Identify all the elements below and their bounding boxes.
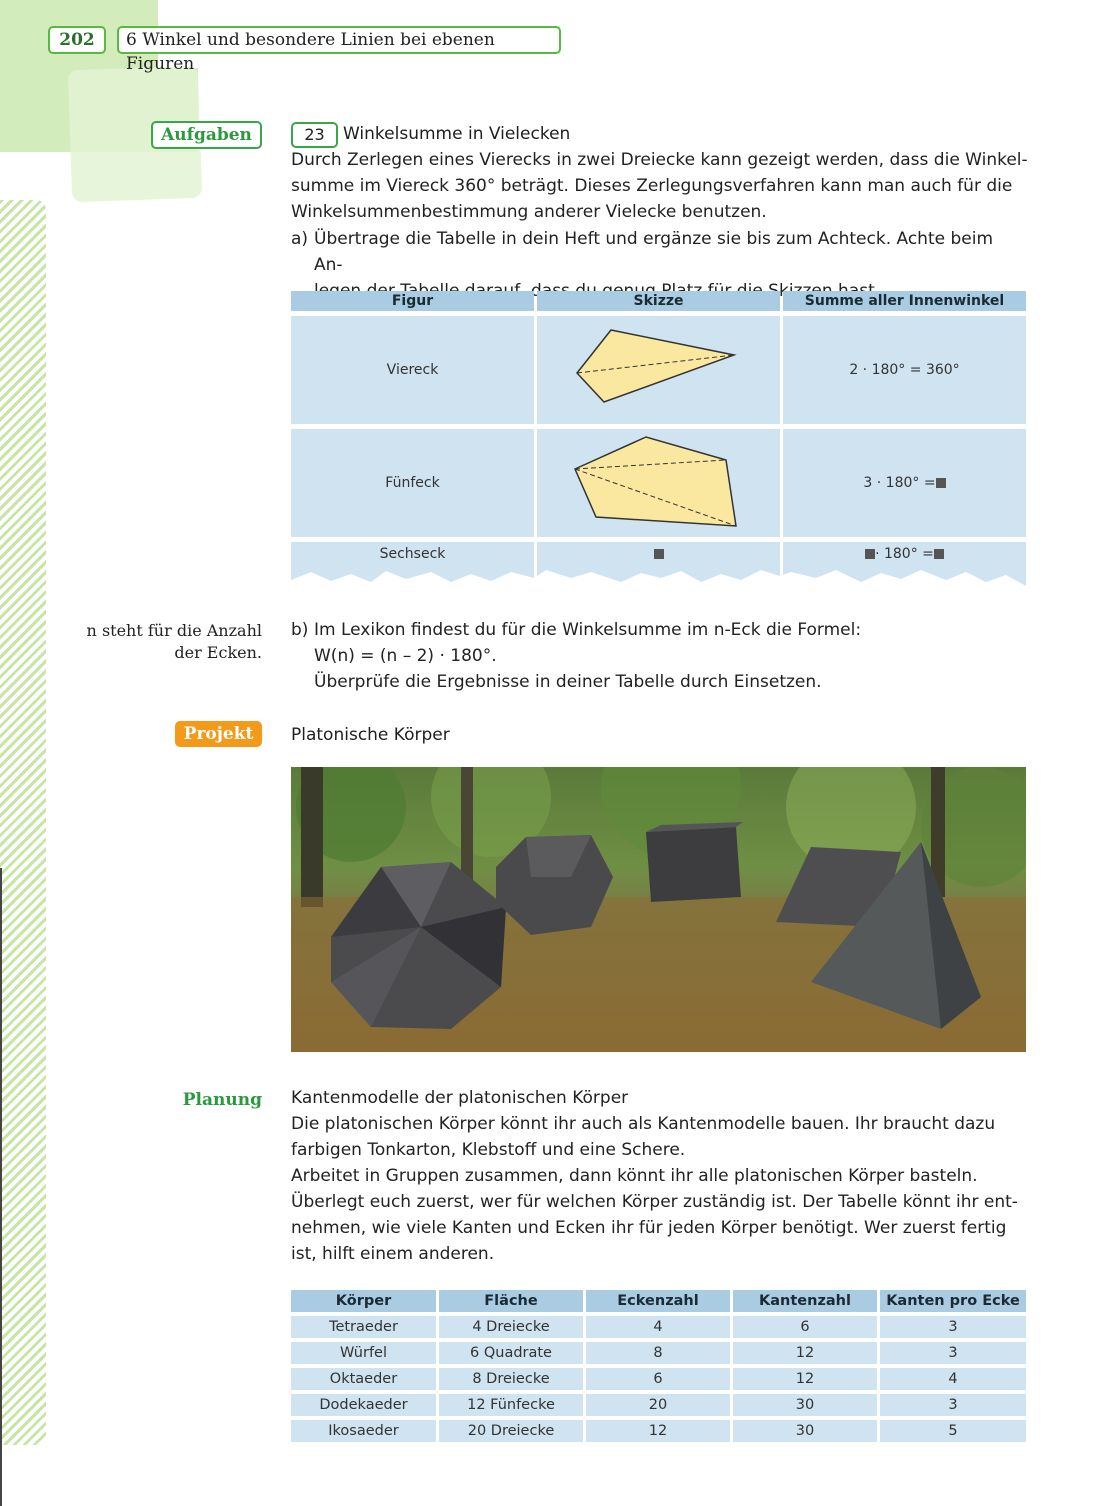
chapter-title: 6 Winkel und besondere Linien bei ebenen… [117,26,561,74]
part-b-line: Überprüfe die Ergebnisse in deiner Tabel… [314,672,822,692]
table-header-cell: Fläche [439,1290,583,1312]
summe-text: 3 · 180° = [863,475,936,491]
part-a-label: a) [291,229,309,249]
table-cell: 12 [733,1342,877,1364]
planung-line: Die platonischen Körper könnt ihr auch a… [291,1114,996,1134]
table-cell: 6 Quadrate [439,1342,583,1364]
intro-line: summe im Viereck 360° beträgt. Dieses Ze… [291,176,1013,196]
projekt-label: Projekt [175,721,262,747]
table-cell: Ikosaeder [291,1420,436,1442]
aufgaben-label: Aufgaben [151,121,262,149]
table-header-cell: Kanten pro Ecke [880,1290,1026,1312]
table-header-summe: Summe aller Innenwinkel [783,291,1026,311]
table-cell: 5 [880,1420,1026,1442]
planung-text: Kantenmodelle der platonischen Körper Di… [291,1085,1018,1267]
table-cell: 30 [733,1394,877,1416]
table-cell: 12 [586,1420,730,1442]
page-number: 202 [48,26,106,54]
placeholder-box [935,478,946,488]
table-cell-summe: 2 · 180° = 360° [783,316,1026,424]
decor-left-line [0,868,2,1506]
table-cell: 4 [586,1316,730,1338]
margin-note-line: der Ecken. [174,643,262,662]
table-cell-figur: Viereck [291,316,534,424]
table-cell: 12 Fünfecke [439,1394,583,1416]
table-cell: Dodekaeder [291,1394,436,1416]
pentagon-sketch [574,436,737,527]
table-header-row: Körper Fläche Eckenzahl Kantenzahl Kante… [291,1290,1026,1312]
table-header-cell: Körper [291,1290,436,1312]
torn-edge [291,566,1026,586]
planung-line: ist, hilft einem anderen. [291,1244,495,1264]
margin-note: n steht für die Anzahl der Ecken. [60,620,262,664]
decor-stripes [0,200,46,1445]
table-row: Tetraeder 4 Dreiecke 4 6 3 [291,1316,1026,1338]
planung-label: Planung [182,1090,262,1110]
table-cell: 6 [733,1316,877,1338]
table-cell-figur: Sechseck [291,542,534,566]
summe-text: · 180° = [875,546,934,562]
planung-line: Arbeitet in Gruppen zusammen, dann könnt… [291,1166,978,1186]
table-cell: Oktaeder [291,1368,436,1390]
table-header-cell: Eckenzahl [586,1290,730,1312]
quadrilateral-sketch [576,329,737,403]
table-cell-sketch [537,316,780,424]
table-cell: 20 Dreiecke [439,1420,583,1442]
placeholder-box [933,549,944,559]
task-title: Winkelsumme in Vielecken [343,124,571,144]
table-cell: 30 [733,1420,877,1442]
planung-title: Kantenmodelle der platonischen Körper [291,1088,629,1108]
margin-note-line: n steht für die Anzahl [86,621,262,640]
table-cell: Würfel [291,1342,436,1364]
table-cell: 3 [880,1394,1026,1416]
table-cell: Tetraeder [291,1316,436,1338]
task-intro: Durch Zerlegen eines Vierecks in zwei Dr… [291,147,1028,225]
task-number: 23 [291,122,338,148]
part-b-label: b) [291,620,309,640]
platonic-solids-photo [291,767,1026,1052]
table-cell: 4 [880,1368,1026,1390]
part-b-formula: W(n) = (n – 2) · 180°. [314,646,497,666]
table-header-skizze: Skizze [537,291,780,311]
table-cell: 20 [586,1394,730,1416]
table-row: Ikosaeder 20 Dreiecke 12 30 5 [291,1420,1026,1442]
table-cell: 6 [586,1368,730,1390]
table-header-cell: Kantenzahl [733,1290,877,1312]
planung-line: Überlegt euch zuerst, wer für welchen Kö… [291,1192,1018,1212]
table-cell-summe: · 180° = [783,542,1026,566]
table-cell: 3 [880,1316,1026,1338]
part-b: b) Im Lexikon findest du für die Winkels… [291,617,1026,695]
table-row: Würfel 6 Quadrate 8 12 3 [291,1342,1026,1364]
table-cell-sketch [537,542,780,566]
table-cell-figur: Fünfeck [291,429,534,537]
part-b-line: Im Lexikon findest du für die Winkelsumm… [314,620,862,640]
table-row: Oktaeder 8 Dreiecke 6 12 4 [291,1368,1026,1390]
table-header-figur: Figur [291,291,534,311]
placeholder-box [653,549,664,559]
table-cell-summe: 3 · 180° = [783,429,1026,537]
placeholder-box [865,549,876,559]
intro-line: Winkelsummenbestimmung anderer Vielecke … [291,202,767,222]
part-a-line: Übertrage die Tabelle in dein Heft und e… [314,229,994,275]
table-cell: 3 [880,1342,1026,1364]
table-cell: 8 [586,1342,730,1364]
table-row: Dodekaeder 12 Fünfecke 20 30 3 [291,1394,1026,1416]
planung-line: farbigen Tonkarton, Klebstoff und eine S… [291,1140,686,1160]
table-cell: 8 Dreiecke [439,1368,583,1390]
table-cell-sketch [537,429,780,537]
projekt-title: Platonische Körper [291,725,450,745]
intro-line: Durch Zerlegen eines Vierecks in zwei Dr… [291,150,1028,170]
table-cell: 12 [733,1368,877,1390]
table-cell: 4 Dreiecke [439,1316,583,1338]
planung-line: nehmen, wie viele Kanten und Ecken ihr f… [291,1218,1007,1238]
